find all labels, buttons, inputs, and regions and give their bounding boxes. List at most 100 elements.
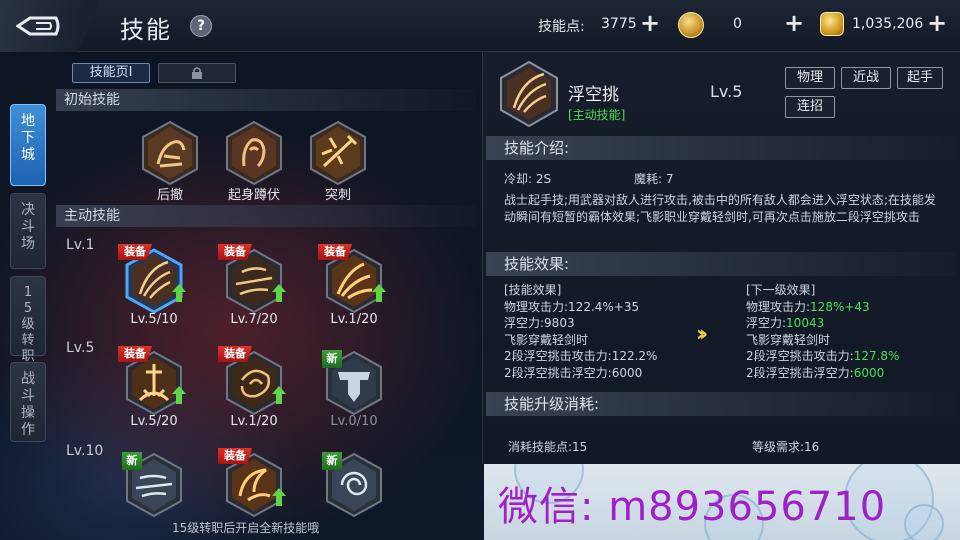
cost-level-required: 等级需求:16 xyxy=(752,440,820,454)
new-badge: 新 xyxy=(322,452,342,470)
side-tab-label: 决斗场 xyxy=(21,202,35,252)
equip-badge: 装备 xyxy=(218,448,252,464)
tag-combo: 连招 xyxy=(785,96,835,118)
current-effect-heading: [技能效果] xyxy=(504,283,562,297)
page-title: 技能 xyxy=(120,16,172,44)
add-skill-points-button[interactable]: + xyxy=(639,11,661,36)
side-tab-dungeon[interactable]: 地下城 xyxy=(10,104,46,186)
skill-level: Lv.5 xyxy=(710,82,743,101)
skill-description: 战士起手技;用武器对敌人进行攻击,被击中的所有敌人都会进入浮空状态;在技能发动瞬… xyxy=(504,193,936,224)
side-tab-label: 地下城 xyxy=(21,113,35,163)
skill-label: 起身蹲伏 xyxy=(227,188,280,203)
add-gold-button[interactable]: + xyxy=(926,11,948,36)
cooldown-text: 冷却: 2S xyxy=(504,172,552,186)
skill-active-4[interactable]: 装备 Lv.5/20 xyxy=(118,346,186,436)
add-coin-button[interactable]: + xyxy=(783,11,805,36)
skill-upper-slash[interactable]: 装备 Lv.5/10 xyxy=(118,244,186,334)
skill-label: 突刺 xyxy=(324,188,351,203)
skill-points-value: 3775 xyxy=(601,16,637,32)
back-button[interactable] xyxy=(0,0,100,52)
skill-active-2[interactable]: 装备 Lv.7/20 xyxy=(218,244,286,334)
skill-label: 后撤 xyxy=(156,188,183,203)
side-tab-label: 战斗操作 xyxy=(21,371,35,438)
effect-line: 浮空力:10043 xyxy=(746,316,825,330)
side-tab-label: 15级转职 xyxy=(21,285,35,364)
skill-level-label: Lv.7/20 xyxy=(230,312,278,327)
watermark-text: 微信: m893656710 xyxy=(498,484,887,530)
section-upgrade-cost: 技能升级消耗: xyxy=(486,392,956,416)
skill-active-3[interactable]: 装备 Lv.1/20 xyxy=(318,244,386,334)
skill-level-label: Lv.5/10 xyxy=(130,312,178,327)
effect-line: 2段浮空挑击攻击力:122.2% xyxy=(504,349,658,363)
effect-line: 2段浮空挑击攻击力:127.8% xyxy=(746,349,900,363)
next-effect: [下一级效果] 物理攻击力:128%+43 浮空力:10043 飞影穿戴轻剑时 … xyxy=(746,282,946,386)
equip-badge: 装备 xyxy=(218,346,252,362)
skill-level-label: Lv.5/20 xyxy=(130,414,178,429)
effect-line: 物理攻击力:122.4%+35 xyxy=(504,299,640,314)
tab-skill-page-2-locked[interactable] xyxy=(158,63,236,83)
section-skill-intro: 技能介绍: xyxy=(486,136,956,160)
skill-active-9[interactable]: 新 xyxy=(322,452,386,538)
side-tab-arena[interactable]: 决斗场 xyxy=(10,193,46,269)
coin-value: 0 xyxy=(733,16,742,32)
effect-line: 2段浮空挑击浮空力:6000 xyxy=(504,365,643,380)
tag-physical: 物理 xyxy=(785,67,835,89)
new-badge: 新 xyxy=(122,452,142,470)
side-tab-battle-controls[interactable]: 战斗操作 xyxy=(10,362,46,442)
next-effect-heading: [下一级效果] xyxy=(746,283,816,297)
top-bar: 技能 ? 技能点: 3775 + 0 + 1,035,206 + xyxy=(0,0,960,52)
skill-active-6-locked[interactable]: 新 Lv.0/10 xyxy=(322,350,386,436)
effect-line: 浮空力:9803 xyxy=(504,316,575,330)
level-label-1: Lv.1 xyxy=(66,237,95,253)
effect-line: 飞影穿戴轻剑时 xyxy=(746,332,831,347)
tag-melee: 近战 xyxy=(841,67,891,89)
gold-icon xyxy=(820,12,844,36)
gold-value: 1,035,206 xyxy=(852,16,924,32)
coin-icon xyxy=(678,12,704,38)
equip-badge: 装备 xyxy=(118,346,152,362)
upgrade-arrow-icon xyxy=(172,284,186,302)
skill-name: 浮空挑 xyxy=(568,85,619,105)
skill-level-label: Lv.0/10 xyxy=(330,414,378,429)
skill-backstep[interactable]: 后撤 xyxy=(138,120,202,206)
level-label-10: Lv.10 xyxy=(66,443,104,459)
section-skill-effect: 技能效果: xyxy=(486,252,956,276)
backstep-skill-icon xyxy=(142,120,198,186)
selected-skill-icon xyxy=(500,60,558,128)
skill-thrust[interactable]: 突刺 xyxy=(306,120,370,206)
skill-active-5[interactable]: 装备 Lv.1/20 xyxy=(218,346,286,436)
help-icon[interactable]: ? xyxy=(190,15,212,37)
skill-rise-crouch[interactable]: 起身蹲伏 xyxy=(222,120,286,206)
back-arrow-icon xyxy=(16,16,60,36)
current-effect: [技能效果] 物理攻击力:122.4%+35 浮空力:9803 飞影穿戴轻剑时 … xyxy=(504,282,704,386)
section-initial-skills: 初始技能 xyxy=(56,89,476,111)
rise-crouch-skill-icon xyxy=(226,120,282,186)
cost-skill-points: 消耗技能点:15 xyxy=(508,440,588,454)
equip-badge: 装备 xyxy=(118,244,152,260)
upgrade-arrow-icon xyxy=(172,386,186,404)
level-label-5: Lv.5 xyxy=(66,340,95,356)
skill-type: [主动技能] xyxy=(568,108,626,122)
upgrade-arrow-icon xyxy=(272,284,286,302)
upgrade-arrow-icon xyxy=(272,488,286,506)
new-badge: 新 xyxy=(322,350,342,368)
skill-level-label: Lv.1/20 xyxy=(230,414,278,429)
lock-icon xyxy=(192,67,202,79)
section-active-skills: 主动技能 xyxy=(56,205,476,227)
equip-badge: 装备 xyxy=(318,244,352,260)
upgrade-arrow-icon xyxy=(272,386,286,404)
tab-skill-page-1[interactable]: 技能页Ⅰ xyxy=(72,63,150,83)
side-tab-job-change[interactable]: 15级转职 xyxy=(10,276,46,364)
effect-line: 飞影穿戴轻剑时 xyxy=(504,332,589,347)
equip-badge: 装备 xyxy=(218,244,252,260)
effect-line: 2段浮空挑击浮空力:6000 xyxy=(746,365,885,380)
skill-points-label: 技能点: xyxy=(538,19,585,35)
mana-cost-text: 魔耗: 7 xyxy=(634,172,674,186)
tag-starter: 起手 xyxy=(897,67,943,89)
thrust-skill-icon xyxy=(310,120,366,186)
next-level-arrow-icon: ›› xyxy=(696,322,708,347)
skill-level-label: Lv.1/20 xyxy=(330,312,378,327)
job-change-note: 15级转职后开启全新技能哦 xyxy=(172,521,320,535)
effect-line: 物理攻击力:128%+43 xyxy=(746,299,870,314)
upgrade-arrow-icon xyxy=(372,284,386,302)
